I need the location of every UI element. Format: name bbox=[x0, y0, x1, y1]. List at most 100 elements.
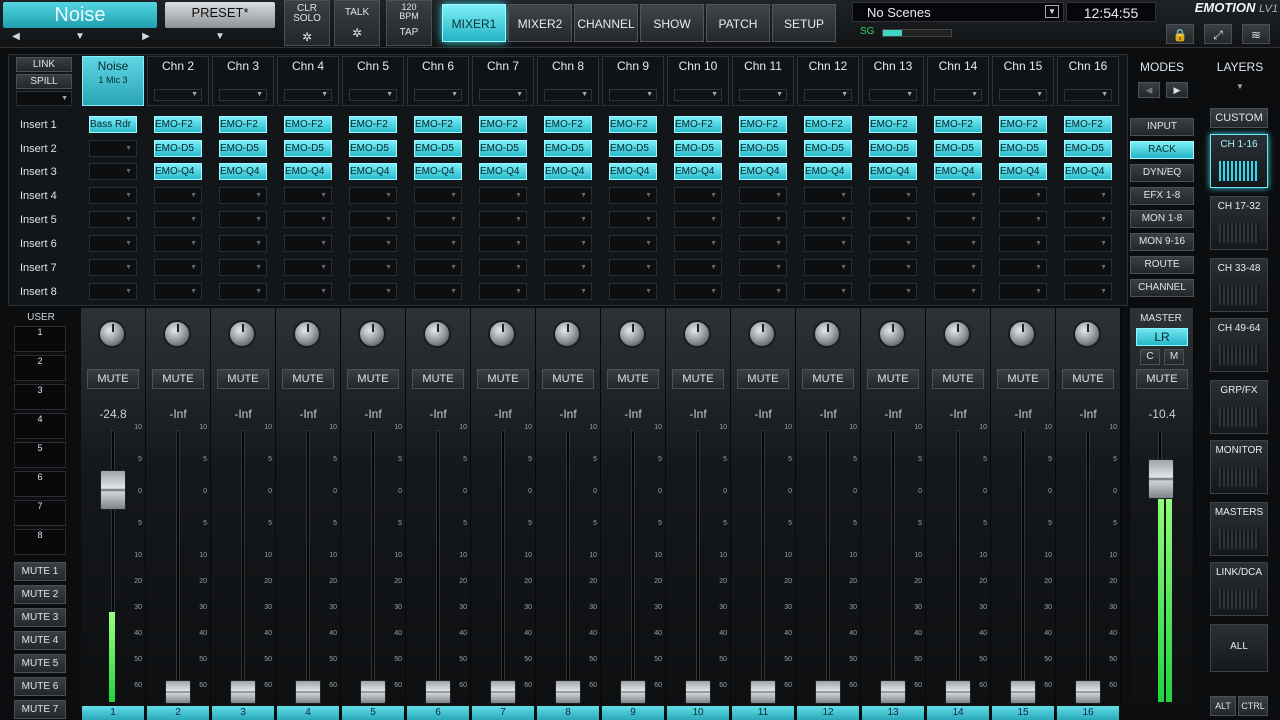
talk-button[interactable]: TALK ✲ bbox=[334, 0, 380, 46]
session-name-button[interactable]: Noise bbox=[3, 2, 157, 28]
mute-group-2[interactable]: MUTE 2 bbox=[14, 585, 66, 604]
user-slot-1[interactable]: 1 bbox=[14, 326, 66, 352]
insert-slot-empty[interactable]: ▼ bbox=[739, 187, 787, 204]
layer-grp-fx[interactable]: GRP/FX bbox=[1210, 380, 1268, 434]
insert-slot-empty[interactable]: ▼ bbox=[154, 235, 202, 252]
insert-slot-empty[interactable]: ▼ bbox=[804, 235, 852, 252]
insert-slot-empty[interactable]: ▼ bbox=[674, 283, 722, 300]
mute-group-6[interactable]: MUTE 6 bbox=[14, 677, 66, 696]
insert-slot[interactable]: EMO-F2 bbox=[1064, 116, 1112, 133]
insert-slot-empty[interactable]: ▼ bbox=[934, 259, 982, 276]
insert-slot-empty[interactable]: ▼ bbox=[349, 211, 397, 228]
spill-menu[interactable]: ▼ bbox=[16, 91, 72, 106]
insert-slot[interactable]: EMO-F2 bbox=[479, 116, 527, 133]
pan-knob[interactable] bbox=[553, 320, 581, 348]
fader-handle[interactable] bbox=[1075, 680, 1101, 704]
mode-mon-1-8[interactable]: MON 1-8 bbox=[1130, 210, 1194, 228]
mute-button[interactable]: MUTE bbox=[282, 369, 334, 389]
insert-slot-empty[interactable]: ▼ bbox=[674, 211, 722, 228]
insert-slot[interactable]: EMO-Q4 bbox=[154, 163, 202, 180]
insert-slot[interactable]: EMO-Q4 bbox=[804, 163, 852, 180]
insert-slot-empty[interactable]: ▼ bbox=[869, 259, 917, 276]
insert-slot[interactable]: EMO-D5 bbox=[284, 140, 332, 157]
mute-group-7[interactable]: MUTE 7 bbox=[14, 700, 66, 719]
modes-next-icon[interactable]: ▶ bbox=[1166, 82, 1188, 98]
insert-slot-empty[interactable]: ▼ bbox=[999, 187, 1047, 204]
mute-button[interactable]: MUTE bbox=[477, 369, 529, 389]
insert-slot[interactable]: EMO-F2 bbox=[999, 116, 1047, 133]
pan-knob[interactable] bbox=[228, 320, 256, 348]
ctrl-button[interactable]: CTRL bbox=[1238, 696, 1268, 716]
insert-slot-empty[interactable]: ▼ bbox=[284, 283, 332, 300]
pan-knob[interactable] bbox=[683, 320, 711, 348]
master-fader-handle[interactable] bbox=[1148, 458, 1174, 499]
mute-button[interactable]: MUTE bbox=[542, 369, 594, 389]
insert-slot[interactable]: Bass Rdr bbox=[89, 116, 137, 133]
insert-slot[interactable]: EMO-F2 bbox=[804, 116, 852, 133]
chevron-down-icon[interactable]: ▼ bbox=[479, 89, 527, 101]
mute-button[interactable]: MUTE bbox=[607, 369, 659, 389]
insert-slot-empty[interactable]: ▼ bbox=[89, 140, 137, 157]
chevron-down-icon[interactable]: ▼ bbox=[609, 89, 657, 101]
mute-button[interactable]: MUTE bbox=[737, 369, 789, 389]
mute-button[interactable]: MUTE bbox=[932, 369, 984, 389]
insert-slot-empty[interactable]: ▼ bbox=[89, 163, 137, 180]
preset-menu-icon[interactable]: ▼ bbox=[210, 29, 230, 45]
layers-menu-icon[interactable]: ▼ bbox=[1230, 82, 1250, 91]
master-lr-button[interactable]: LR bbox=[1136, 328, 1188, 346]
insert-slot-empty[interactable]: ▼ bbox=[544, 235, 592, 252]
insert-slot-empty[interactable]: ▼ bbox=[414, 211, 462, 228]
expand-icon[interactable]: ⤢ bbox=[1204, 24, 1232, 44]
chevron-down-icon[interactable]: ▼ bbox=[1064, 89, 1112, 101]
insert-slot[interactable]: EMO-D5 bbox=[544, 140, 592, 157]
insert-slot-empty[interactable]: ▼ bbox=[609, 235, 657, 252]
insert-slot-empty[interactable]: ▼ bbox=[674, 259, 722, 276]
pan-knob[interactable] bbox=[748, 320, 776, 348]
waves-icon[interactable]: ≋ bbox=[1242, 24, 1270, 44]
mute-button[interactable]: MUTE bbox=[347, 369, 399, 389]
tab-mixer1[interactable]: MIXER1 bbox=[442, 4, 506, 42]
insert-slot[interactable]: EMO-F2 bbox=[414, 116, 462, 133]
insert-slot-empty[interactable]: ▼ bbox=[89, 211, 137, 228]
insert-slot-empty[interactable]: ▼ bbox=[414, 235, 462, 252]
fader-handle[interactable] bbox=[620, 680, 646, 704]
insert-slot[interactable]: EMO-D5 bbox=[219, 140, 267, 157]
insert-slot[interactable]: EMO-D5 bbox=[349, 140, 397, 157]
mute-group-4[interactable]: MUTE 4 bbox=[14, 631, 66, 650]
modes-prev-icon[interactable]: ◀ bbox=[1138, 82, 1160, 98]
insert-slot-empty[interactable]: ▼ bbox=[869, 235, 917, 252]
insert-slot-empty[interactable]: ▼ bbox=[154, 259, 202, 276]
insert-slot[interactable]: EMO-D5 bbox=[674, 140, 722, 157]
mode-efx-1-8[interactable]: EFX 1-8 bbox=[1130, 187, 1194, 205]
insert-slot[interactable]: EMO-D5 bbox=[869, 140, 917, 157]
insert-slot-empty[interactable]: ▼ bbox=[154, 283, 202, 300]
insert-slot-empty[interactable]: ▼ bbox=[934, 283, 982, 300]
insert-slot-empty[interactable]: ▼ bbox=[219, 235, 267, 252]
pan-knob[interactable] bbox=[293, 320, 321, 348]
insert-slot-empty[interactable]: ▼ bbox=[934, 235, 982, 252]
insert-slot-empty[interactable]: ▼ bbox=[89, 235, 137, 252]
fader-handle[interactable] bbox=[425, 680, 451, 704]
chevron-down-icon[interactable]: ▼ bbox=[999, 89, 1047, 101]
insert-slot-empty[interactable]: ▼ bbox=[479, 235, 527, 252]
user-slot-5[interactable]: 5 bbox=[14, 442, 66, 468]
lock-icon[interactable]: 🔒 bbox=[1166, 24, 1194, 44]
user-slot-8[interactable]: 8 bbox=[14, 529, 66, 555]
insert-slot-empty[interactable]: ▼ bbox=[804, 283, 852, 300]
insert-slot-empty[interactable]: ▼ bbox=[609, 211, 657, 228]
tab-setup[interactable]: SETUP bbox=[772, 4, 836, 42]
insert-slot-empty[interactable]: ▼ bbox=[1064, 211, 1112, 228]
insert-slot-empty[interactable]: ▼ bbox=[674, 187, 722, 204]
channel-header-1[interactable]: Noise 1 Mic 3 bbox=[82, 56, 144, 106]
pan-knob[interactable] bbox=[878, 320, 906, 348]
mute-button[interactable]: MUTE bbox=[672, 369, 724, 389]
session-prev-icon[interactable]: ◀ bbox=[6, 29, 26, 45]
insert-slot-empty[interactable]: ▼ bbox=[739, 211, 787, 228]
channel-header-5[interactable]: Chn 5 ▼ bbox=[342, 56, 404, 106]
insert-slot-empty[interactable]: ▼ bbox=[609, 283, 657, 300]
tab-channel[interactable]: CHANNEL bbox=[574, 4, 638, 42]
mode-mon-9-16[interactable]: MON 9-16 bbox=[1130, 233, 1194, 251]
fader-handle[interactable] bbox=[230, 680, 256, 704]
chevron-down-icon[interactable]: ▼ bbox=[349, 89, 397, 101]
pan-knob[interactable] bbox=[488, 320, 516, 348]
